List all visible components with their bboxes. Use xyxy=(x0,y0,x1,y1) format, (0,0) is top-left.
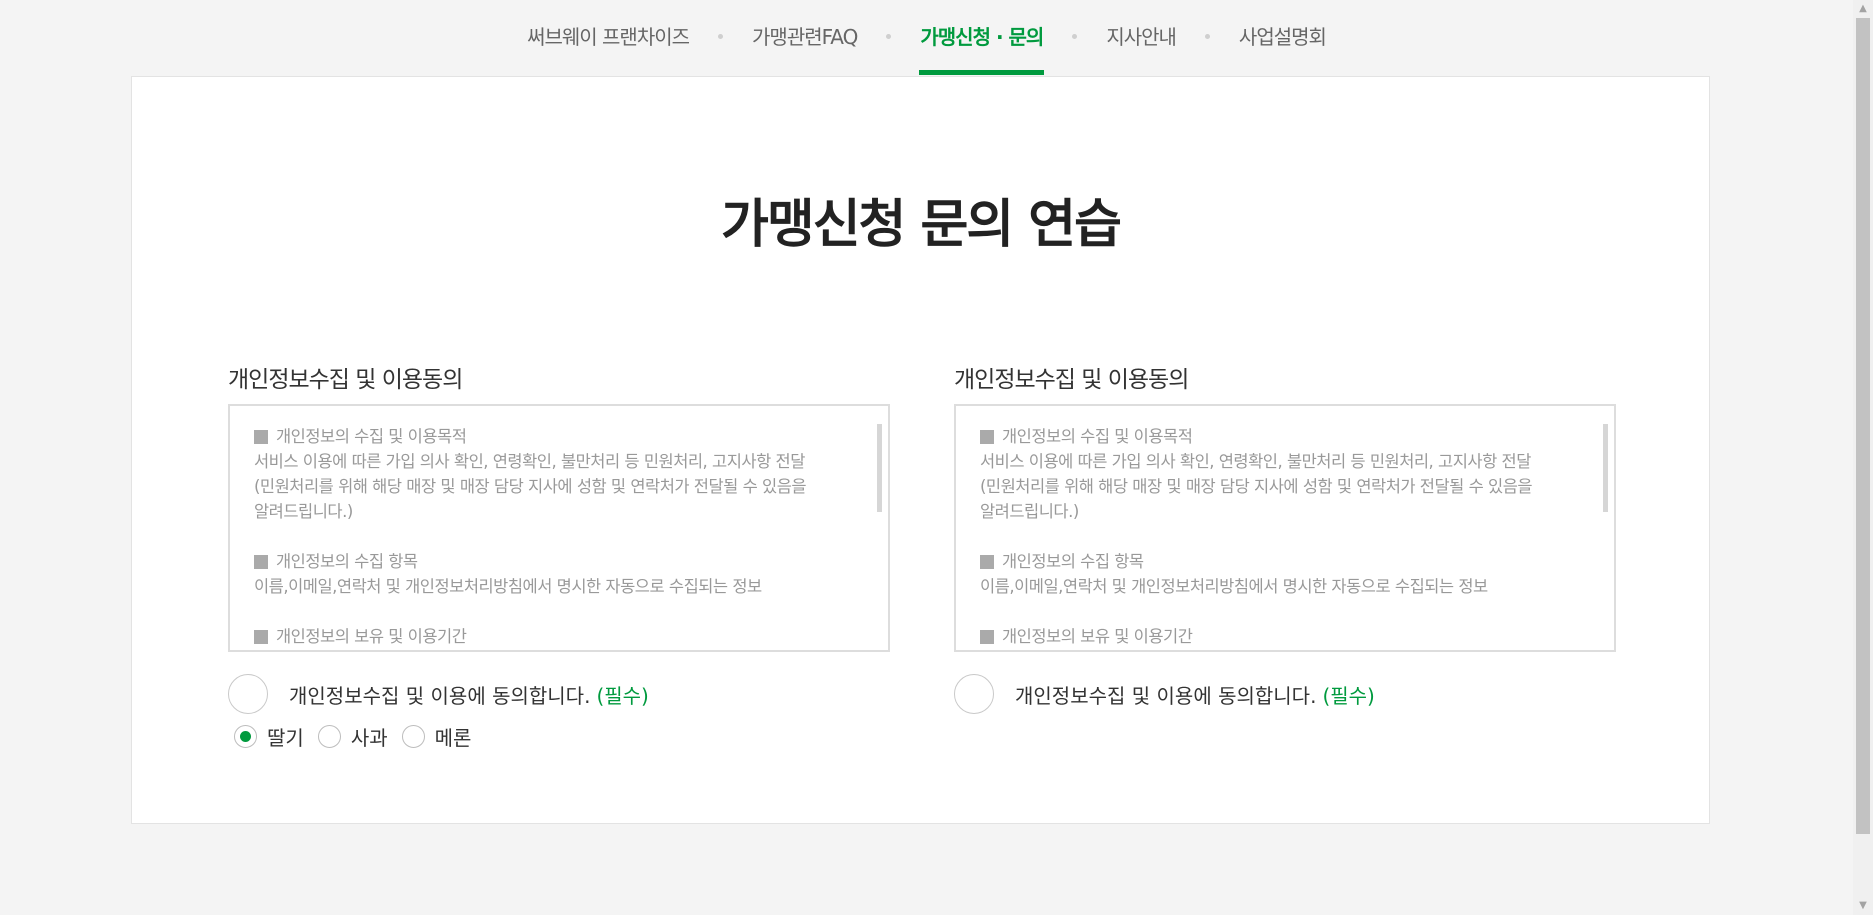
radio-dot-icon xyxy=(401,725,425,748)
agree-checkbox[interactable] xyxy=(228,674,268,714)
terms-box[interactable]: 개인정보의 수집 및 이용목적 서비스 이용에 따른 가입 의사 확인, 연령확… xyxy=(228,404,890,652)
nav-separator xyxy=(1204,34,1210,39)
agree-row: 개인정보수집 및 이용에 동의합니다. (필수) xyxy=(954,674,1616,714)
terms-text: 이름,이메일,연락처 및 개인정보처리방침에서 명시한 자동으로 수집되는 정보 xyxy=(254,577,762,596)
scroll-down-arrow-icon[interactable]: ▼ xyxy=(1853,897,1873,915)
terms-heading: 개인정보의 수집 항목 xyxy=(1002,552,1144,571)
terms-text: (민원처리를 위해 해당 매장 및 매장 담당 지사에 성함 및 연락처가 전달… xyxy=(980,477,1533,496)
terms-scrollbar[interactable] xyxy=(877,424,882,512)
terms-heading: 개인정보의 수집 및 이용목적 xyxy=(1002,427,1193,446)
agree-row: 개인정보수집 및 이용에 동의합니다. (필수) xyxy=(228,674,890,714)
radio-apple[interactable]: 사과 xyxy=(317,722,388,751)
consent-column-left: 개인정보수집 및 이용동의 개인정보의 수집 및 이용목적 서비스 이용에 따른… xyxy=(228,360,890,751)
terms-heading: 개인정보의 수집 및 이용목적 xyxy=(276,427,467,446)
nav-item-subway-franchise[interactable]: 써브웨이 프랜차이즈 xyxy=(526,0,690,72)
terms-heading: 개인정보의 수집 항목 xyxy=(276,552,418,571)
terms-text: 서비스 이용에 따른 가입 의사 확인, 연령확인, 불만처리 등 민원처리, … xyxy=(980,452,1531,471)
nav-item-franchise-inquiry[interactable]: 가맹신청 · 문의 xyxy=(919,0,1044,75)
nav-separator xyxy=(1072,34,1078,39)
nav-item-branch-info[interactable]: 지사안내 xyxy=(1105,0,1177,72)
section-title: 개인정보수집 및 이용동의 xyxy=(228,367,463,393)
square-bullet-icon xyxy=(980,554,994,569)
square-bullet-icon xyxy=(254,554,268,569)
scrollbar-thumb[interactable] xyxy=(1856,18,1870,834)
radio-melon[interactable]: 메론 xyxy=(401,722,472,751)
content-card: 가맹신청 문의 연습 개인정보수집 및 이용동의 개인정보의 수집 및 이용목적… xyxy=(131,76,1710,824)
terms-heading: 개인정보의 보유 및 이용기간 xyxy=(1002,627,1193,646)
terms-box[interactable]: 개인정보의 수집 및 이용목적 서비스 이용에 따른 가입 의사 확인, 연령확… xyxy=(954,404,1616,652)
nav-item-franchise-faq[interactable]: 가맹관련FAQ xyxy=(751,0,858,72)
nav-separator xyxy=(718,34,724,39)
square-bullet-icon xyxy=(254,629,268,644)
terms-text: 알려드립니다.) xyxy=(254,502,353,521)
page-scrollbar[interactable]: ▲ ▼ xyxy=(1853,0,1873,915)
terms-text: 서비스 이용에 따른 가입 의사 확인, 연령확인, 불만처리 등 민원처리, … xyxy=(254,452,805,471)
radio-label: 사과 xyxy=(350,726,388,750)
nav-item-business-briefing[interactable]: 사업설명회 xyxy=(1238,0,1327,72)
square-bullet-icon xyxy=(980,429,994,444)
consent-column-right: 개인정보수집 및 이용동의 개인정보의 수집 및 이용목적 서비스 이용에 따른… xyxy=(954,360,1616,714)
terms-heading: 개인정보의 보유 및 이용기간 xyxy=(276,627,467,646)
radio-dot-icon xyxy=(317,725,341,748)
nav-separator xyxy=(886,34,892,39)
radio-dot-icon xyxy=(234,725,257,748)
terms-scrollbar[interactable] xyxy=(1603,424,1608,512)
radio-strawberry[interactable]: 딸기 xyxy=(234,722,304,751)
terms-text: (민원처리를 위해 해당 매장 및 매장 담당 지사에 성함 및 연락처가 전달… xyxy=(254,477,807,496)
section-title: 개인정보수집 및 이용동의 xyxy=(954,367,1189,393)
square-bullet-icon xyxy=(980,629,994,644)
top-nav: 써브웨이 프랜차이즈 가맹관련FAQ 가맹신청 · 문의 지사안내 사업설명회 xyxy=(0,0,1853,76)
agree-label: 개인정보수집 및 이용에 동의합니다. xyxy=(289,683,591,708)
square-bullet-icon xyxy=(254,429,268,444)
terms-text: 이름,이메일,연락처 및 개인정보처리방침에서 명시한 자동으로 수집되는 정보 xyxy=(980,577,1488,596)
required-badge: (필수) xyxy=(596,683,649,708)
radio-label: 딸기 xyxy=(267,726,304,750)
page-title: 가맹신청 문의 연습 xyxy=(721,195,1122,255)
required-badge: (필수) xyxy=(1322,683,1375,708)
fruit-radio-group: 딸기 사과 메론 xyxy=(234,722,890,751)
agree-label: 개인정보수집 및 이용에 동의합니다. xyxy=(1015,683,1317,708)
terms-text: 알려드립니다.) xyxy=(980,502,1079,521)
scroll-up-arrow-icon[interactable]: ▲ xyxy=(1853,0,1873,18)
agree-checkbox[interactable] xyxy=(954,674,994,714)
radio-label: 메론 xyxy=(434,726,472,750)
